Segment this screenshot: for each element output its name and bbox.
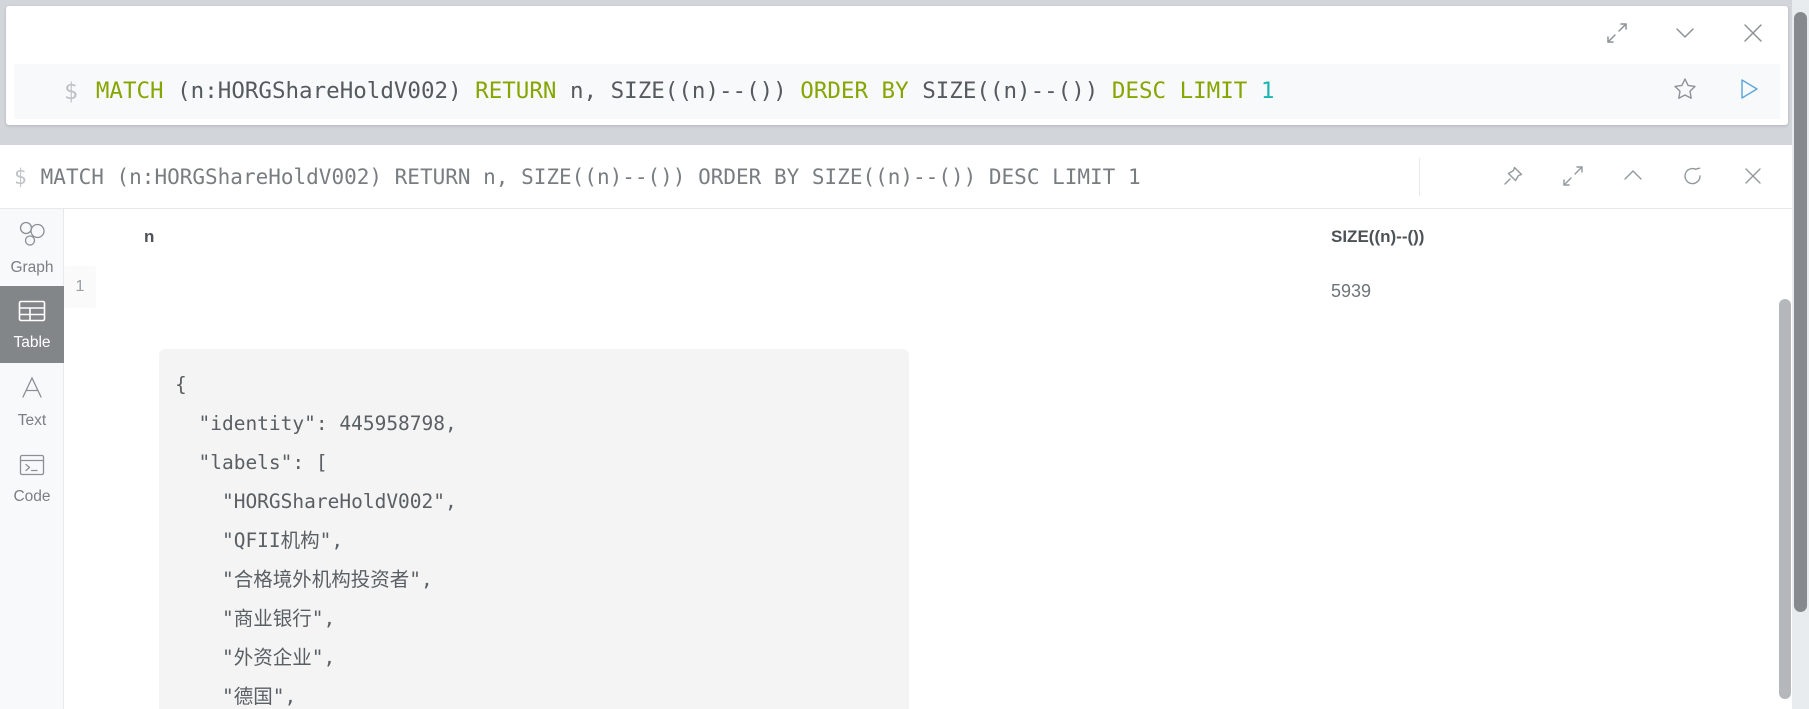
neo4j-browser-page: $ MATCH (n:HORGShareHoldV002) RETURN n, … — [0, 0, 1809, 709]
graph-icon — [17, 219, 47, 254]
frame-prompt-sigil: $ — [14, 164, 27, 189]
pin-icon[interactable] — [1496, 159, 1530, 193]
node-json-line: "商业银行", — [175, 607, 336, 630]
editor-titlebar-icons — [1600, 16, 1770, 50]
cypher-token: MATCH — [95, 78, 178, 105]
page-scrollbar-thumb[interactable] — [1794, 12, 1807, 612]
result-scrollbar[interactable] — [1778, 209, 1792, 709]
cypher-token: DESC LIMIT — [1111, 78, 1261, 105]
table-cell-size-value: 5939 — [1331, 281, 1372, 301]
node-json-line: "外资企业", — [175, 646, 336, 669]
cypher-token: SIZE((n)--()) — [922, 78, 1112, 105]
view-mode-text-label: Text — [17, 411, 47, 429]
code-icon — [17, 452, 47, 483]
editor-titlebar — [6, 6, 1788, 64]
editor-action-icons — [1668, 72, 1766, 106]
cypher-query-text[interactable]: MATCH (n:HORGShareHoldV002) RETURN n, SI… — [96, 80, 1780, 103]
view-mode-graph[interactable]: Graph — [0, 209, 64, 286]
page-scrollbar[interactable] — [1792, 0, 1809, 709]
expand-icon[interactable] — [1556, 159, 1590, 193]
titlebar-divider — [1419, 158, 1420, 196]
result-scrollbar-thumb[interactable] — [1779, 299, 1791, 699]
table-row-index: 1 — [64, 266, 96, 308]
result-frame-icons — [1436, 159, 1770, 193]
node-json-line: "HORGShareHoldV002", — [175, 490, 457, 513]
node-json-line: "identity": 445958798, — [175, 412, 457, 435]
chevron-up-icon[interactable] — [1616, 159, 1650, 193]
result-table-view: n SIZE((n)--()) 1 5939 { "identity": 445… — [64, 209, 1778, 709]
text-icon — [18, 374, 46, 407]
node-json-line: "labels": [ — [175, 451, 328, 474]
node-json-panel[interactable]: { "identity": 445958798, "labels": [ "HO… — [159, 349, 909, 709]
node-json-line: "德国", — [175, 685, 297, 708]
download-icon[interactable] — [1436, 159, 1470, 193]
result-frame: $ MATCH (n:HORGShareHoldV002) RETURN n, S… — [0, 145, 1792, 709]
cypher-token: n, SIZE((n)--()) — [569, 78, 801, 105]
close-icon[interactable] — [1736, 159, 1770, 193]
table-column-header-size: SIZE((n)--()) — [1331, 227, 1425, 246]
view-mode-code-label: Code — [13, 487, 51, 505]
refresh-icon[interactable] — [1676, 159, 1710, 193]
view-mode-sidebar: Graph Table Text Code — [0, 209, 64, 709]
query-input-row[interactable]: $ MATCH (n:HORGShareHoldV002) RETURN n, … — [14, 64, 1780, 119]
cypher-token: ORDER BY — [800, 78, 923, 105]
view-mode-table-label: Table — [13, 333, 51, 351]
table-column-header-n: n — [144, 227, 155, 246]
view-mode-table[interactable]: Table — [0, 286, 64, 363]
expand-icon[interactable] — [1600, 16, 1634, 50]
close-icon[interactable] — [1736, 16, 1770, 50]
frame-title-text: MATCH (n:HORGShareHoldV002) RETURN n, SI… — [40, 164, 1141, 189]
node-json-line: { — [175, 373, 187, 396]
view-mode-code[interactable]: Code — [0, 440, 64, 517]
table-icon — [17, 298, 47, 329]
cypher-token: (n:HORGShareHoldV002) — [177, 78, 476, 105]
query-editor-card: $ MATCH (n:HORGShareHoldV002) RETURN n, … — [6, 6, 1788, 125]
cypher-token: RETURN — [475, 78, 570, 105]
node-json-line: "合格境外机构投资者", — [175, 568, 433, 591]
play-icon[interactable] — [1732, 72, 1766, 106]
chevron-down-icon[interactable] — [1668, 16, 1702, 50]
view-mode-text[interactable]: Text — [0, 363, 64, 440]
table-header-row: n SIZE((n)--()) — [64, 209, 1778, 265]
star-icon[interactable] — [1668, 72, 1702, 106]
node-json-line: "QFII机构", — [175, 529, 344, 552]
view-mode-graph-label: Graph — [10, 258, 54, 276]
prompt-sigil: $ — [64, 78, 78, 105]
result-frame-titlebar: $ MATCH (n:HORGShareHoldV002) RETURN n, S… — [0, 145, 1792, 209]
cypher-token: 1 — [1260, 78, 1275, 105]
